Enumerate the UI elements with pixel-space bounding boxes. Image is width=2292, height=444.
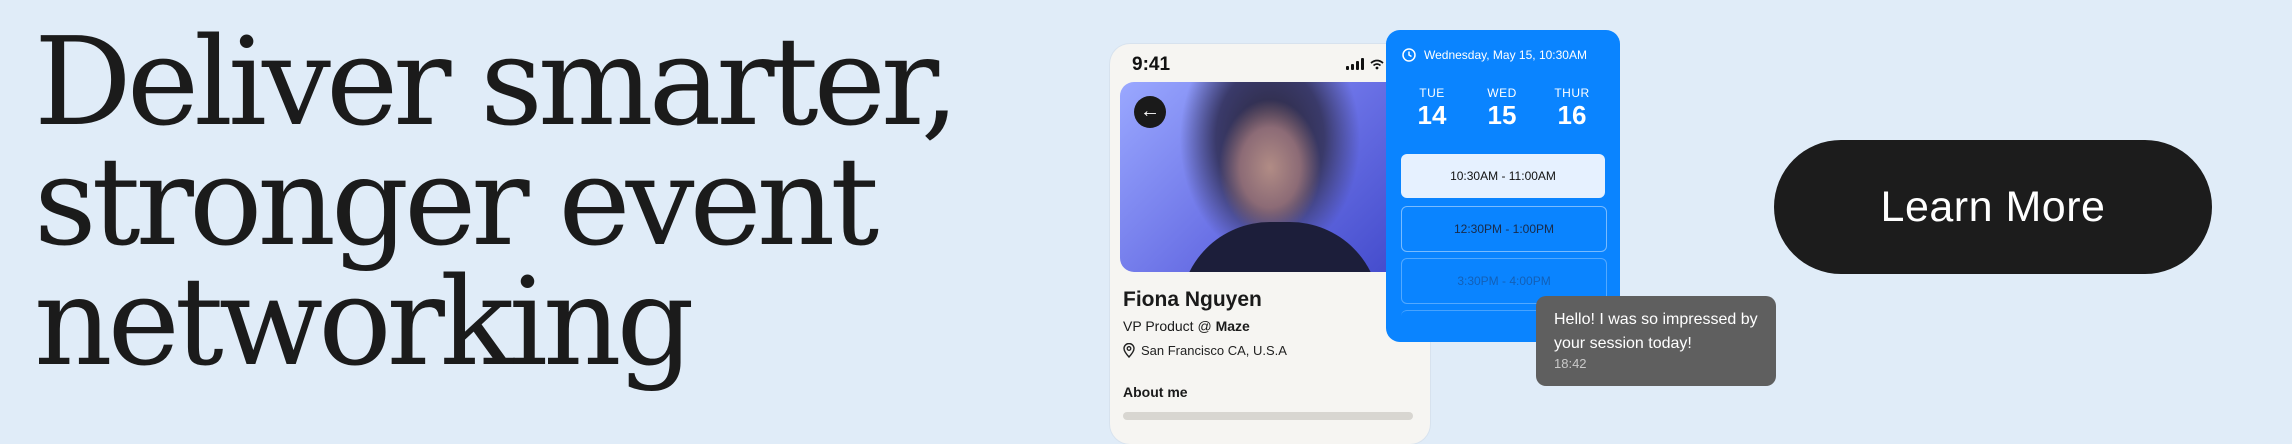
wifi-icon	[1370, 59, 1384, 69]
bio-text-placeholder	[1123, 412, 1413, 420]
day-number: 16	[1557, 100, 1587, 130]
time-slot[interactable]: 12:30PM - 1:00PM	[1401, 206, 1607, 252]
headline: Deliver smarter, stronger event networki…	[34, 11, 1034, 393]
back-arrow-icon[interactable]: ←	[1134, 96, 1166, 128]
photo-shoulders	[1180, 222, 1380, 272]
day-thur[interactable]: THUR 16	[1542, 86, 1602, 130]
day-picker: TUE 14 WED 15 THUR 16	[1402, 86, 1602, 130]
location-text: San Francisco CA, U.S.A	[1141, 343, 1287, 358]
about-heading: About me	[1123, 384, 1188, 400]
headline-line-3: networking	[34, 251, 695, 393]
learn-more-button[interactable]: Learn More	[1774, 140, 2212, 274]
day-label: THUR	[1554, 86, 1590, 100]
chat-bubble: Hello! I was so impressed by your sessio…	[1536, 296, 1776, 386]
headline-line-1: Deliver smarter,	[34, 11, 960, 153]
time-slot-selected[interactable]: 10:30AM - 11:00AM	[1401, 154, 1605, 198]
headline-line-2: stronger event	[34, 131, 879, 273]
profile-role: VP Product @ Maze	[1123, 318, 1250, 334]
profile-name: Fiona Nguyen	[1123, 288, 1262, 311]
status-time: 9:41	[1132, 54, 1171, 75]
profile-location: San Francisco CA, U.S.A	[1123, 343, 1287, 358]
role-prefix: VP Product @	[1123, 318, 1216, 334]
role-company: Maze	[1215, 318, 1250, 334]
signal-icon	[1346, 58, 1364, 70]
phone-mockup: 9:41 ← Fiona Nguyen VP Product @ Maze Sa…	[1110, 44, 1430, 444]
day-label: WED	[1487, 86, 1517, 100]
chat-message: Hello! I was so impressed by your sessio…	[1554, 311, 1758, 352]
day-wed[interactable]: WED 15	[1472, 86, 1532, 130]
calendar-datetime: Wednesday, May 15, 10:30AM	[1402, 48, 1587, 62]
location-pin-icon	[1123, 343, 1135, 358]
day-number: 14	[1417, 100, 1447, 130]
profile-photo: ←	[1120, 82, 1420, 272]
day-tue[interactable]: TUE 14	[1402, 86, 1462, 130]
chat-timestamp: 18:42	[1554, 356, 1587, 371]
day-number: 15	[1487, 100, 1517, 130]
clock-icon	[1402, 48, 1416, 62]
day-label: TUE	[1419, 86, 1445, 100]
datetime-text: Wednesday, May 15, 10:30AM	[1424, 48, 1587, 62]
